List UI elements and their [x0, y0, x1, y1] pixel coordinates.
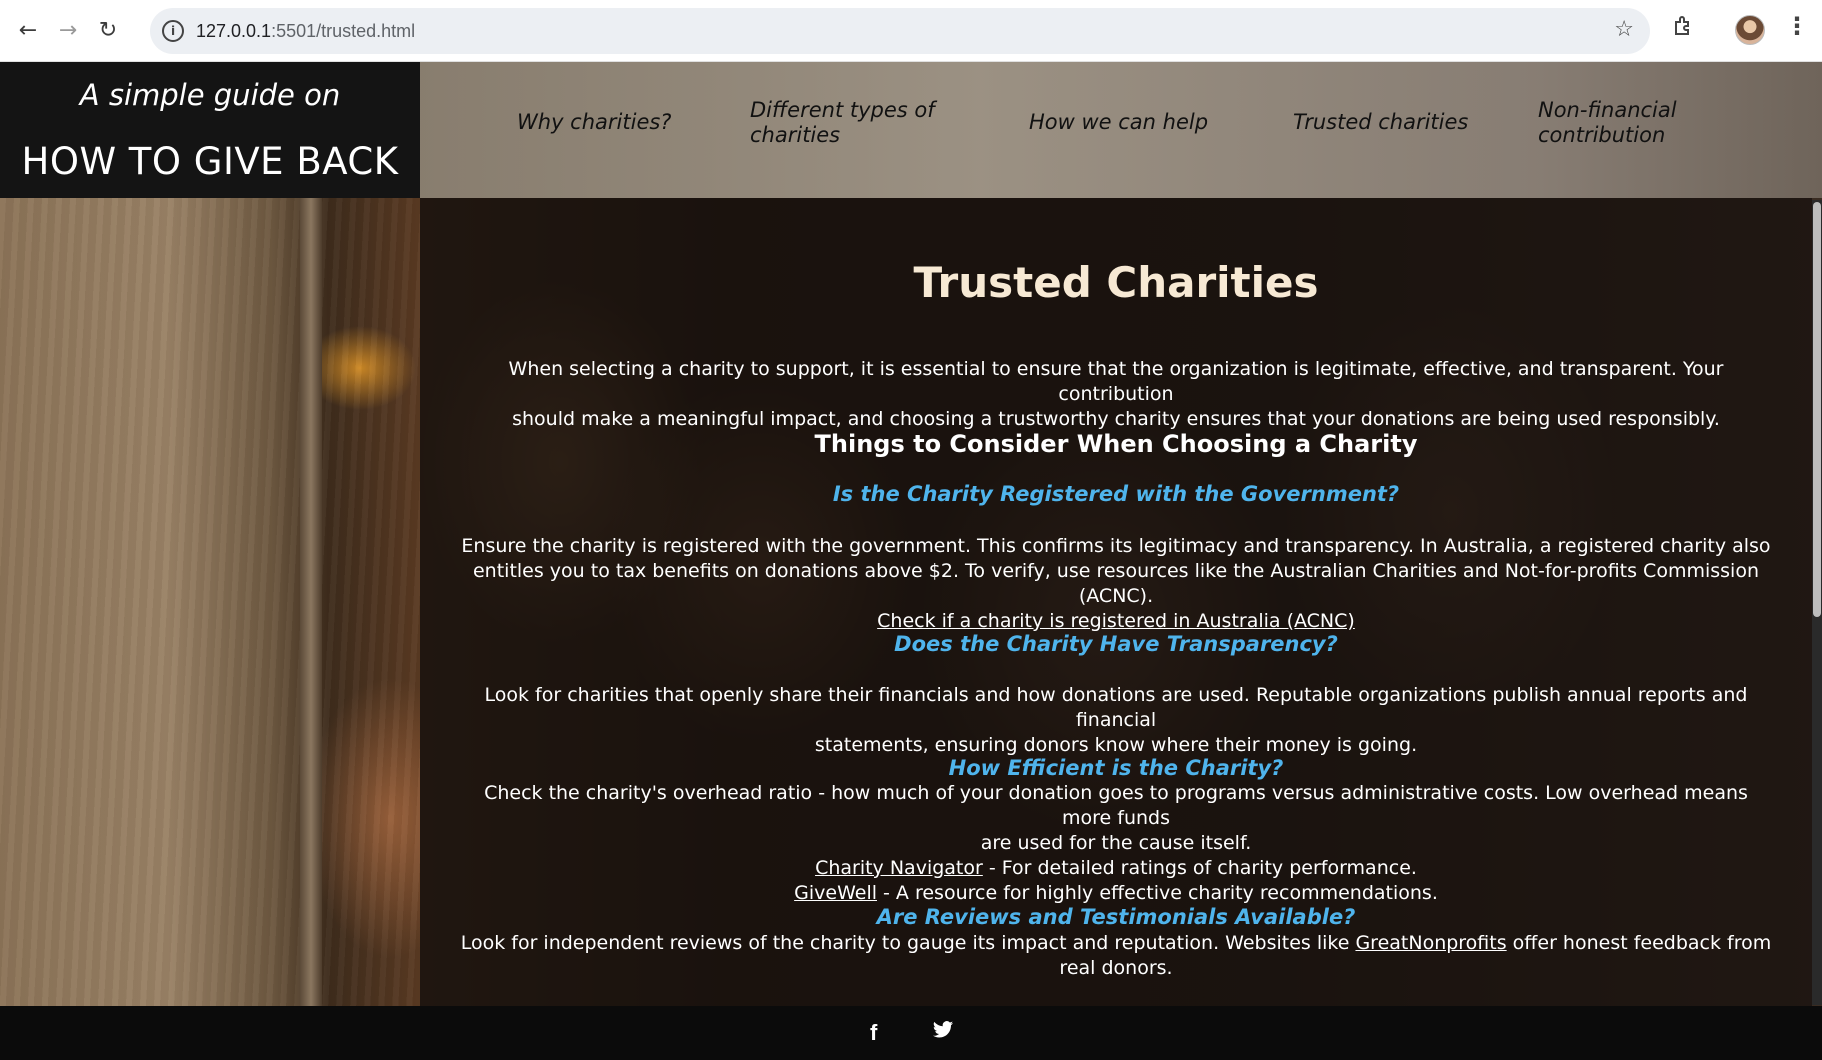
- reload-icon[interactable]: ↻: [88, 11, 128, 51]
- address-url[interactable]: 127.0.0.1:5501/trusted.html: [196, 21, 415, 42]
- reviews-line-2: real donors.: [1059, 957, 1173, 979]
- profile-avatar[interactable]: [1735, 15, 1765, 45]
- givewell-link[interactable]: GiveWell: [794, 882, 877, 904]
- nav-different-types[interactable]: Different types of charities: [750, 98, 935, 148]
- nav-why-label: Why charities?: [517, 110, 672, 134]
- efficiency-line-2: are used for the cause itself.: [980, 832, 1252, 854]
- nav-types-label-2: charities: [750, 123, 841, 147]
- facebook-icon[interactable]: f: [870, 1020, 877, 1046]
- question-transparency: Does the Charity Have Transparency?: [894, 632, 1338, 656]
- bookmark-star-icon[interactable]: ☆: [1614, 17, 1634, 42]
- background-photo: [0, 198, 420, 1060]
- transparency-line-2: statements, ensuring donors know where t…: [814, 734, 1418, 756]
- footer: f: [0, 1006, 1822, 1060]
- registered-line-1: Ensure the charity is registered with th…: [461, 535, 1771, 557]
- nav-trusted-charities[interactable]: Trusted charities: [1293, 110, 1468, 135]
- registered-line-2: entitles you to tax benefits on donation…: [472, 560, 1759, 607]
- nav-why-charities[interactable]: Why charities?: [517, 110, 671, 135]
- nav-types-label-1: Different types of: [750, 98, 935, 122]
- nav-help-label: How we can help: [1029, 110, 1209, 134]
- url-path: :5501/trusted.html: [271, 20, 416, 41]
- transparency-line-1: Look for charities that openly share the…: [484, 684, 1748, 731]
- nav-how-we-help[interactable]: How we can help: [1029, 110, 1208, 135]
- intro-line-2: should make a meaningful impact, and cho…: [512, 408, 1720, 430]
- brand-header[interactable]: A simple guide on HOW TO GIVE BACK: [0, 62, 420, 198]
- reviews-paragraph: Look for independent reviews of the char…: [460, 931, 1772, 981]
- transparency-paragraph: Look for charities that openly share the…: [460, 683, 1772, 758]
- efficiency-line-1: Check the charity's overhead ratio - how…: [484, 782, 1748, 829]
- nav-trusted-label: Trusted charities: [1293, 110, 1469, 134]
- intro-line-1: When selecting a charity to support, it …: [508, 358, 1724, 405]
- efficiency-paragraph: Check the charity's overhead ratio - how…: [460, 781, 1772, 906]
- registered-paragraph: Ensure the charity is registered with th…: [460, 534, 1772, 634]
- givewell-desc: - A resource for highly effective charit…: [877, 882, 1438, 904]
- site-info-icon[interactable]: i: [162, 20, 184, 42]
- acnc-link[interactable]: Check if a charity is registered in Aust…: [877, 610, 1355, 632]
- nav-non-financial[interactable]: Non-financial contribution: [1538, 98, 1677, 148]
- scrollbar-thumb[interactable]: [1813, 202, 1821, 617]
- reviews-text-pre: Look for independent reviews of the char…: [460, 932, 1356, 954]
- nav-nonfin-label-2: contribution: [1538, 123, 1666, 147]
- intro-paragraph: When selecting a charity to support, it …: [460, 357, 1772, 432]
- charity-navigator-link[interactable]: Charity Navigator: [815, 857, 983, 879]
- address-bar[interactable]: i 127.0.0.1:5501/trusted.html ☆: [150, 8, 1650, 54]
- page-background: A simple guide on HOW TO GIVE BACK Why c…: [0, 62, 1822, 1060]
- question-efficiency: How Efficient is the Charity?: [948, 756, 1284, 780]
- top-navigation: Why charities? Different types of charit…: [420, 62, 1822, 198]
- browser-toolbar: ← → ↻ i 127.0.0.1:5501/trusted.html ☆ ⋮: [0, 0, 1822, 62]
- question-reviews: Are Reviews and Testimonials Available?: [876, 905, 1356, 929]
- nav-nonfin-label-1: Non-financial: [1538, 98, 1677, 122]
- browser-menu-icon[interactable]: ⋮: [1785, 12, 1809, 40]
- greatnonprofits-link[interactable]: GreatNonprofits: [1355, 932, 1506, 954]
- page-title: Trusted Charities: [913, 258, 1319, 307]
- consider-heading: Things to Consider When Choosing a Chari…: [814, 430, 1418, 458]
- brand-tagline: A simple guide on: [79, 78, 341, 112]
- forward-arrow-icon[interactable]: →: [48, 11, 88, 51]
- question-registered: Is the Charity Registered with the Gover…: [832, 482, 1400, 506]
- twitter-icon[interactable]: [932, 1020, 954, 1040]
- extensions-puzzle-icon[interactable]: [1672, 14, 1696, 38]
- back-arrow-icon[interactable]: ←: [8, 11, 48, 51]
- url-host: 127.0.0.1: [196, 20, 272, 41]
- reviews-text-post: offer honest feedback from: [1506, 932, 1772, 954]
- charity-navigator-desc: - For detailed ratings of charity perfor…: [982, 857, 1417, 879]
- brand-title: HOW TO GIVE BACK: [21, 140, 399, 183]
